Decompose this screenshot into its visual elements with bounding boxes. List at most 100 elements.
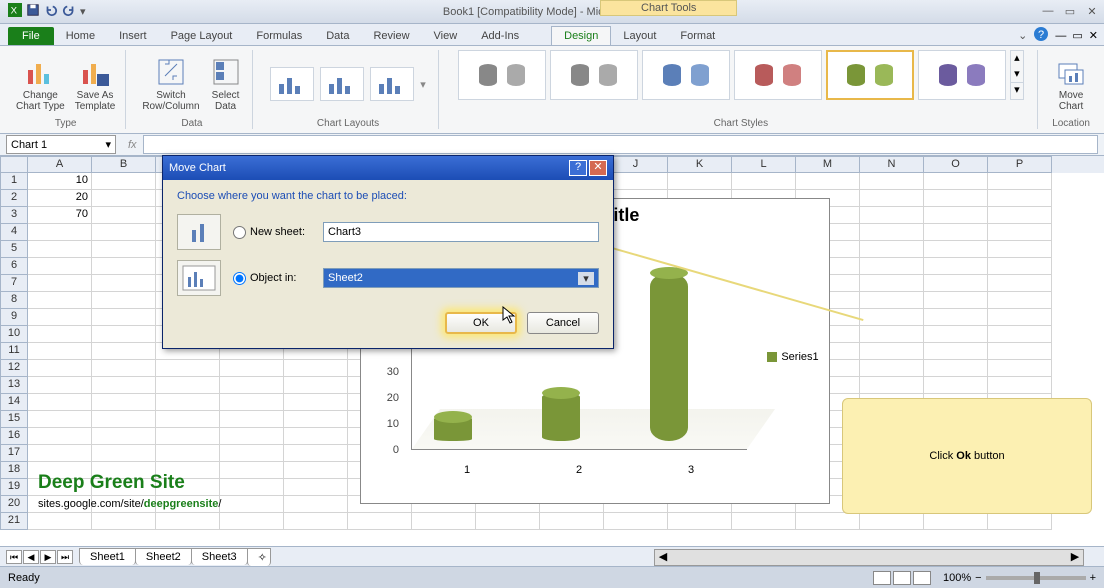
cell[interactable]: [156, 411, 220, 428]
cell[interactable]: [988, 343, 1052, 360]
cell[interactable]: [92, 343, 156, 360]
tab-insert[interactable]: Insert: [107, 27, 159, 45]
save-icon[interactable]: [26, 3, 40, 20]
style-thumb-3[interactable]: [642, 50, 730, 100]
page-layout-view-button[interactable]: [893, 571, 911, 585]
cell[interactable]: [860, 258, 924, 275]
row-header[interactable]: 19: [0, 479, 28, 496]
cell[interactable]: [220, 479, 284, 496]
row-header[interactable]: 12: [0, 360, 28, 377]
cell[interactable]: [668, 513, 732, 530]
tab-formulas[interactable]: Formulas: [244, 27, 314, 45]
cell[interactable]: [476, 513, 540, 530]
row-header[interactable]: 20: [0, 496, 28, 513]
cell[interactable]: [860, 190, 924, 207]
tab-nav-last[interactable]: ⏭: [57, 550, 73, 564]
layout-thumb-3[interactable]: [370, 67, 414, 101]
dialog-close-button[interactable]: ✕: [589, 160, 607, 176]
row-header[interactable]: 6: [0, 258, 28, 275]
dialog-help-button[interactable]: ?: [569, 160, 587, 176]
chevron-down-icon[interactable]: ▾: [105, 138, 111, 151]
save-as-template-button[interactable]: Save As Template: [73, 54, 118, 114]
sheet-tab-sheet2[interactable]: Sheet2: [135, 548, 192, 565]
cell[interactable]: [156, 428, 220, 445]
style-thumb-5[interactable]: [826, 50, 914, 100]
row-header[interactable]: 21: [0, 513, 28, 530]
cell[interactable]: 20: [28, 190, 92, 207]
style-thumb-1[interactable]: [458, 50, 546, 100]
col-header[interactable]: N: [860, 156, 924, 173]
cell[interactable]: [92, 258, 156, 275]
chevron-down-icon[interactable]: ▾: [578, 272, 594, 285]
tab-design[interactable]: Design: [551, 26, 611, 45]
tab-view[interactable]: View: [422, 27, 470, 45]
help-icon[interactable]: ?: [1033, 26, 1049, 45]
cell[interactable]: [860, 173, 924, 190]
cell[interactable]: [860, 292, 924, 309]
select-data-button[interactable]: Select Data: [208, 54, 244, 114]
cell[interactable]: 10: [28, 173, 92, 190]
cell[interactable]: [220, 411, 284, 428]
maximize-button[interactable]: ▭: [1062, 5, 1078, 18]
cell[interactable]: [924, 377, 988, 394]
formula-input[interactable]: [143, 135, 1098, 154]
cell[interactable]: [284, 513, 348, 530]
cell[interactable]: [220, 496, 284, 513]
row-header[interactable]: 2: [0, 190, 28, 207]
cell[interactable]: [28, 224, 92, 241]
cell[interactable]: [28, 326, 92, 343]
sheet-tab-sheet1[interactable]: Sheet1: [79, 548, 136, 565]
zoom-in-button[interactable]: +: [1090, 572, 1096, 584]
cell[interactable]: [220, 513, 284, 530]
cell[interactable]: [796, 173, 860, 190]
sheet-tab-sheet3[interactable]: Sheet3: [191, 548, 248, 565]
cell[interactable]: [860, 207, 924, 224]
layout-thumb-1[interactable]: [270, 67, 314, 101]
cell[interactable]: [156, 394, 220, 411]
cell[interactable]: [924, 241, 988, 258]
row-header[interactable]: 1: [0, 173, 28, 190]
cell[interactable]: [732, 173, 796, 190]
cell[interactable]: [28, 377, 92, 394]
cell[interactable]: [924, 190, 988, 207]
cell[interactable]: [284, 462, 348, 479]
undo-icon[interactable]: [44, 3, 58, 20]
object-in-radio[interactable]: Object in:: [233, 272, 311, 285]
qat-dropdown-icon[interactable]: ▾: [80, 5, 86, 18]
row-header[interactable]: 10: [0, 326, 28, 343]
layout-thumb-2[interactable]: [320, 67, 364, 101]
cell[interactable]: [28, 513, 92, 530]
cell[interactable]: [28, 360, 92, 377]
tab-layout[interactable]: Layout: [611, 27, 668, 45]
fx-icon[interactable]: fx: [128, 139, 137, 151]
cell[interactable]: [28, 343, 92, 360]
cell[interactable]: [860, 513, 924, 530]
cell[interactable]: [92, 360, 156, 377]
cell[interactable]: [92, 326, 156, 343]
cell[interactable]: [92, 292, 156, 309]
cell[interactable]: [924, 360, 988, 377]
row-header[interactable]: 4: [0, 224, 28, 241]
cell[interactable]: [988, 326, 1052, 343]
cell[interactable]: [284, 394, 348, 411]
cell[interactable]: [92, 428, 156, 445]
cell[interactable]: [540, 513, 604, 530]
cell[interactable]: [92, 377, 156, 394]
cell[interactable]: [28, 394, 92, 411]
tab-nav-prev[interactable]: ◀: [23, 550, 39, 564]
cell[interactable]: [412, 513, 476, 530]
style-thumb-2[interactable]: [550, 50, 638, 100]
cell[interactable]: [284, 411, 348, 428]
cell[interactable]: [28, 275, 92, 292]
cell[interactable]: [924, 173, 988, 190]
move-chart-button[interactable]: Move Chart: [1053, 54, 1089, 114]
cell[interactable]: [28, 428, 92, 445]
tab-nav-next[interactable]: ▶: [40, 550, 56, 564]
redo-icon[interactable]: [62, 3, 76, 20]
row-header[interactable]: 18: [0, 462, 28, 479]
tab-review[interactable]: Review: [361, 27, 421, 45]
cell[interactable]: [156, 445, 220, 462]
cell[interactable]: [988, 513, 1052, 530]
cell[interactable]: [988, 241, 1052, 258]
col-header[interactable]: O: [924, 156, 988, 173]
